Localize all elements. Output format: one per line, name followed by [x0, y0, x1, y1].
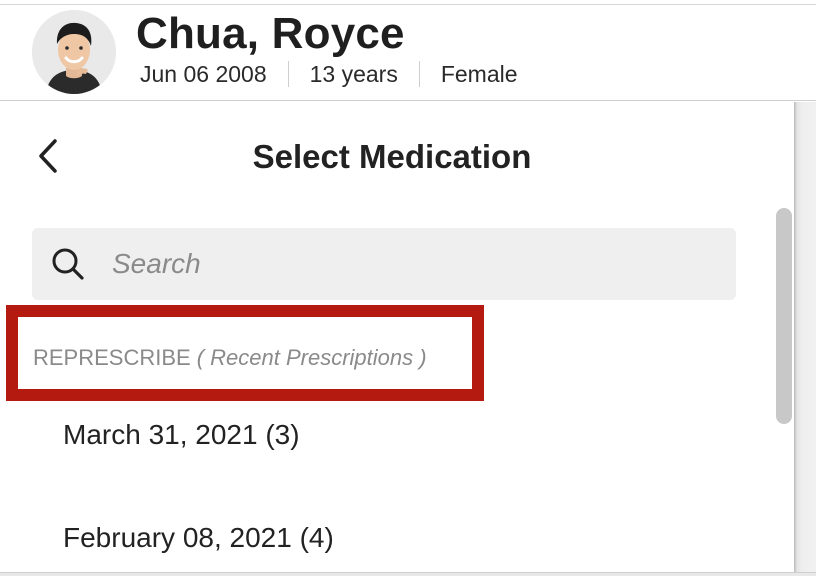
prescription-date-label: March 31, 2021 (3) [63, 419, 300, 450]
patient-header: Chua, Royce Jun 06 2008 13 years Female [0, 5, 816, 101]
section-subtitle: ( Recent Prescriptions ) [196, 345, 427, 370]
avatar [32, 10, 116, 94]
patient-name: Chua, Royce [136, 9, 405, 58]
patient-dob: Jun 06 2008 [140, 60, 267, 87]
represcribe-section-header: REPRESCRIBE( Recent Prescriptions ) [33, 345, 427, 371]
meta-divider [287, 61, 289, 87]
scrollbar-thumb[interactable] [776, 208, 792, 424]
patient-meta: Jun 06 2008 13 years Female [140, 61, 518, 87]
avatar-photo [32, 10, 116, 94]
prescription-date-item[interactable]: March 31, 2021 (3) [0, 401, 770, 471]
search-bar[interactable] [32, 228, 736, 300]
select-medication-panel: Select Medication REPRESCRIBE( Recent Pr… [0, 102, 794, 572]
panel-title: Select Medication [252, 138, 532, 175]
section-title: REPRESCRIBE [33, 345, 191, 370]
search-icon [52, 248, 84, 280]
prescription-date-label: February 08, 2021 (4) [63, 522, 334, 553]
patient-sex: Female [440, 60, 518, 87]
bottom-divider [0, 572, 816, 576]
search-input[interactable] [112, 228, 722, 300]
patient-age: 13 years [309, 60, 398, 87]
panel-edge-shadow [794, 102, 816, 572]
prescription-date-item[interactable]: February 08, 2021 (4) [0, 504, 770, 574]
meta-divider [418, 61, 420, 87]
app-frame: Chua, Royce Jun 06 2008 13 years Female … [0, 0, 816, 576]
